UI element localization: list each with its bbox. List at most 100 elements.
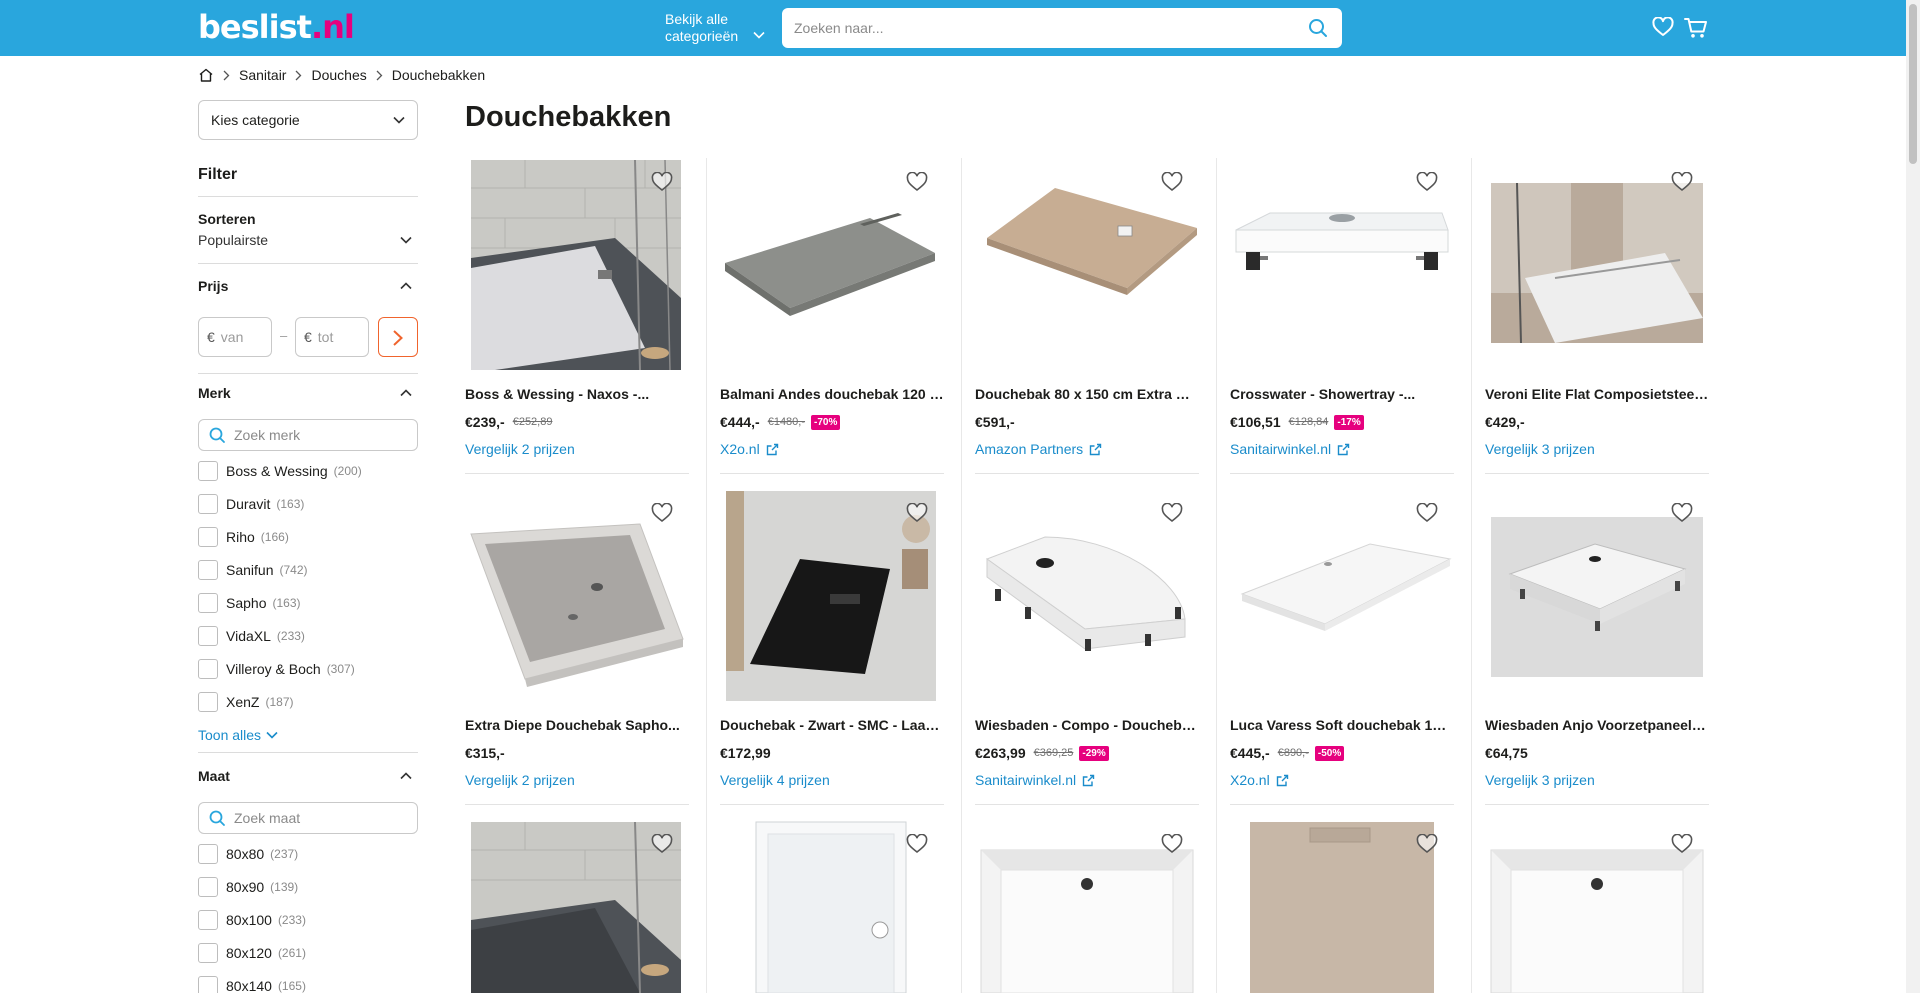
price-to-field[interactable]: € tot [295, 317, 369, 357]
favorite-heart-icon[interactable] [1416, 834, 1438, 854]
breadcrumb-douches[interactable]: Douches [311, 67, 366, 83]
checkbox[interactable] [198, 844, 218, 864]
link-label: Vergelijk 3 prijzen [1485, 772, 1595, 788]
product-title[interactable]: Douchebak - Zwart - SMC - Laag... [720, 717, 944, 733]
size-filter-option[interactable]: 80x140 (165) [198, 976, 306, 993]
product-title[interactable]: Wiesbaden Anjo Voorzetpaneel +... [1485, 717, 1709, 733]
brand-filter-option[interactable]: Duravit (163) [198, 494, 304, 514]
size-search-input[interactable]: Zoek maat [198, 802, 418, 834]
favorite-heart-icon[interactable] [651, 172, 673, 192]
price-submit-button[interactable] [378, 317, 418, 357]
column-divider [1471, 158, 1472, 993]
breadcrumb-sanitair[interactable]: Sanitair [239, 67, 286, 83]
price-row: €64,75 [1485, 745, 1528, 761]
product-title[interactable]: Crosswater - Showertray -... [1230, 386, 1454, 402]
shop-link[interactable]: Sanitairwinkel.nl [1230, 441, 1350, 457]
beslist-logo[interactable]: beslist.nl [198, 8, 355, 46]
shop-link[interactable]: X2o.nl [1230, 772, 1289, 788]
scrollbar-thumb[interactable] [1909, 4, 1917, 164]
checkbox[interactable] [198, 494, 218, 514]
product-title[interactable]: Douchebak 80 x 150 cm Extra Slim... [975, 386, 1199, 402]
category-select[interactable]: Kies categorie [198, 100, 418, 140]
heart-icon[interactable] [1652, 17, 1674, 37]
brand-filter-option[interactable]: VidaXL (233) [198, 626, 305, 646]
product-title[interactable]: Extra Diepe Douchebak Sapho... [465, 717, 689, 733]
compare-prices-link[interactable]: Vergelijk 3 prijzen [1485, 772, 1595, 788]
page-title: Douchebakken [465, 101, 672, 133]
checkbox[interactable] [198, 659, 218, 679]
brand-filter-option[interactable]: Boss & Wessing (200) [198, 461, 362, 481]
favorite-heart-icon[interactable] [1416, 503, 1438, 523]
checkbox[interactable] [198, 877, 218, 897]
product-title[interactable]: Balmani Andes douchebak 120 x... [720, 386, 944, 402]
checkbox[interactable] [198, 943, 218, 963]
shop-link[interactable]: X2o.nl [720, 441, 779, 457]
favorite-heart-icon[interactable] [651, 503, 673, 523]
checkbox[interactable] [198, 692, 218, 712]
checkbox[interactable] [198, 461, 218, 481]
size-filter-option[interactable]: 80x80 (237) [198, 844, 298, 864]
price-row: €263,99 €369,25 -29% [975, 745, 1109, 761]
compare-prices-link[interactable]: Vergelijk 2 prijzen [465, 441, 575, 457]
compare-prices-link[interactable]: Vergelijk 3 prijzen [1485, 441, 1595, 457]
brand-name: XenZ [226, 694, 260, 710]
brand-filter-option[interactable]: Sanifun (742) [198, 560, 308, 580]
chevron-up-icon[interactable] [400, 282, 412, 290]
brand-filter-option[interactable]: Villeroy & Boch (307) [198, 659, 355, 679]
favorite-heart-icon[interactable] [1161, 503, 1183, 523]
product-title[interactable]: Luca Varess Soft douchebak 180 x... [1230, 717, 1454, 733]
brand-filter-option[interactable]: XenZ (187) [198, 692, 293, 712]
product-title[interactable]: Boss & Wessing - Naxos -... [465, 386, 689, 402]
checkbox[interactable] [198, 593, 218, 613]
brand-filter-option[interactable]: Sapho (163) [198, 593, 301, 613]
shop-link[interactable]: Sanitairwinkel.nl [975, 772, 1095, 788]
brand-filter-option[interactable]: Riho (166) [198, 527, 289, 547]
favorite-heart-icon[interactable] [1161, 834, 1183, 854]
search-input[interactable] [794, 8, 1294, 48]
all-categories-button[interactable]: Bekijk alle categorieën [665, 11, 765, 45]
favorite-heart-icon[interactable] [906, 834, 928, 854]
favorite-heart-icon[interactable] [1671, 834, 1693, 854]
price: €239,- [465, 414, 505, 430]
shop-link[interactable]: Amazon Partners [975, 441, 1102, 457]
compare-prices-link[interactable]: Vergelijk 4 prijzen [720, 772, 830, 788]
favorite-heart-icon[interactable] [1671, 172, 1693, 192]
brand-search-input[interactable]: Zoek merk [198, 419, 418, 451]
size-filter-option[interactable]: 80x90 (139) [198, 877, 298, 897]
favorite-heart-icon[interactable] [1416, 172, 1438, 192]
product-title[interactable]: Wiesbaden - Compo - Douchebak... [975, 717, 1199, 733]
price: €444,- [720, 414, 760, 430]
link-label: Vergelijk 3 prijzen [1485, 441, 1595, 457]
chevron-up-icon[interactable] [400, 389, 412, 397]
brand-count: (163) [276, 497, 305, 511]
sort-value[interactable]: Populairste [198, 232, 268, 248]
search-icon[interactable] [1308, 18, 1328, 38]
checkbox[interactable] [198, 560, 218, 580]
checkbox[interactable] [198, 910, 218, 930]
breadcrumb-douchebakken[interactable]: Douchebakken [392, 67, 485, 83]
chevron-up-icon[interactable] [400, 772, 412, 780]
size-filter-option[interactable]: 80x100 (233) [198, 910, 306, 930]
size-name: 80x120 [226, 945, 272, 961]
chevron-down-icon[interactable] [400, 236, 412, 244]
divider [198, 196, 418, 197]
checkbox[interactable] [198, 626, 218, 646]
checkbox[interactable] [198, 976, 218, 993]
home-icon[interactable] [198, 67, 214, 83]
show-all-brands-link[interactable]: Toon alles [198, 727, 278, 743]
divider [198, 373, 418, 374]
price-from-field[interactable]: € van [198, 317, 272, 357]
size-name: 80x80 [226, 846, 265, 862]
favorite-heart-icon[interactable] [651, 834, 673, 854]
brand-name: VidaXL [226, 628, 271, 644]
favorite-heart-icon[interactable] [906, 503, 928, 523]
favorite-heart-icon[interactable] [906, 172, 928, 192]
product-title[interactable]: Veroni Elite Flat Composietsteen... [1485, 386, 1709, 402]
checkbox[interactable] [198, 527, 218, 547]
compare-prices-link[interactable]: Vergelijk 2 prijzen [465, 772, 575, 788]
favorite-heart-icon[interactable] [1671, 503, 1693, 523]
top-header: beslist.nl Bekijk alle categorieën [0, 0, 1906, 56]
favorite-heart-icon[interactable] [1161, 172, 1183, 192]
cart-icon[interactable] [1684, 17, 1708, 39]
size-filter-option[interactable]: 80x120 (261) [198, 943, 306, 963]
